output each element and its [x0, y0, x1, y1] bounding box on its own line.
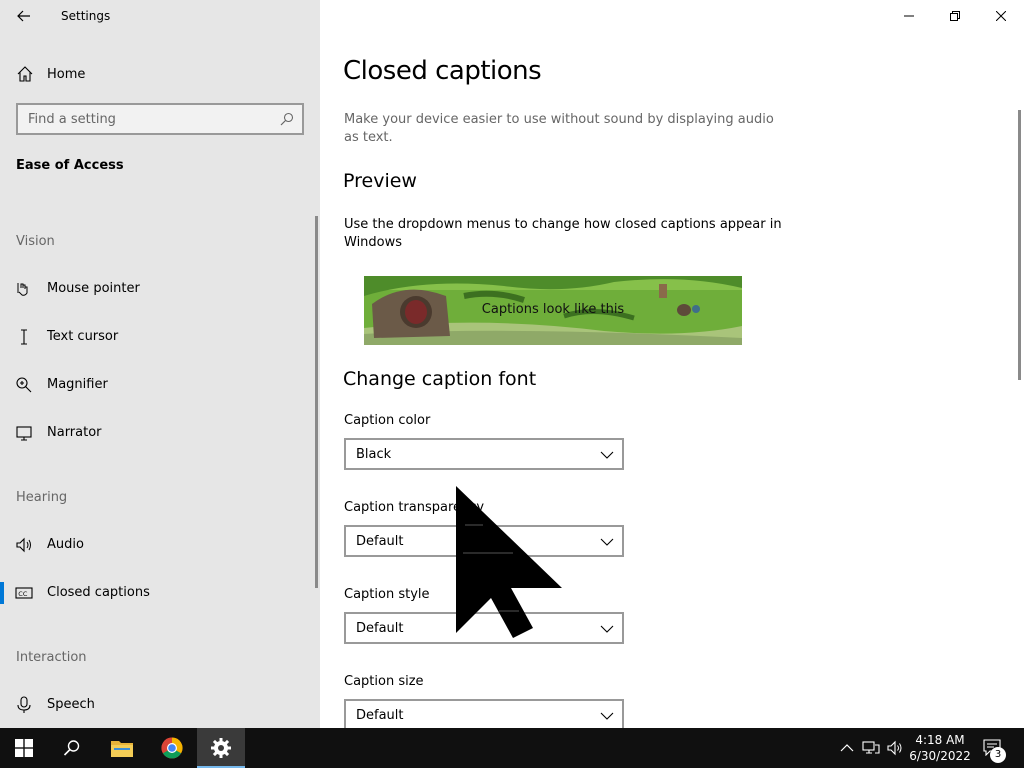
- chrome-button[interactable]: [148, 728, 196, 768]
- sidebar-item-label: Audio: [47, 537, 84, 552]
- search-icon: [280, 112, 294, 126]
- preview-heading: Preview: [343, 170, 417, 192]
- chevron-down-icon: [600, 538, 614, 546]
- magnifier-icon: [16, 377, 32, 393]
- home-icon: [17, 66, 33, 82]
- chevron-up-icon[interactable]: [838, 739, 856, 757]
- sidebar-item-narrator[interactable]: Narrator: [0, 415, 320, 451]
- clock-date: 6/30/2022: [909, 749, 971, 763]
- closed-captions-icon: CC: [15, 587, 33, 599]
- sidebar-item-label: Magnifier: [47, 377, 108, 392]
- mouse-cursor-icon: [456, 486, 562, 638]
- sidebar-item-mouse-pointer[interactable]: Mouse pointer: [0, 271, 320, 307]
- main-content: Closed captions Make your device easier …: [320, 0, 1024, 728]
- chrome-icon: [161, 737, 183, 759]
- notification-count-badge: 3: [990, 747, 1006, 763]
- start-button[interactable]: [0, 728, 48, 768]
- chevron-down-icon: [600, 451, 614, 459]
- group-label-vision: Vision: [16, 234, 55, 249]
- active-indicator: [0, 582, 4, 604]
- sidebar-item-label: Narrator: [47, 425, 102, 440]
- caption-preview-image: Captions look like this: [364, 276, 742, 345]
- search-icon: [63, 740, 80, 756]
- caption-sample-text: Captions look like this: [481, 302, 625, 317]
- app-title: Settings: [61, 9, 111, 23]
- windows-start-icon: [15, 739, 33, 757]
- narrator-icon: [16, 426, 32, 441]
- settings-gear-icon: [211, 738, 231, 758]
- back-arrow-icon: [17, 10, 30, 22]
- search-input[interactable]: Find a setting: [16, 103, 304, 135]
- restore-button[interactable]: [932, 0, 978, 32]
- chevron-down-icon: [600, 625, 614, 633]
- caption-style-label: Caption style: [344, 587, 430, 602]
- group-label-interaction: Interaction: [16, 650, 87, 665]
- clock-time: 4:18 AM: [915, 733, 965, 747]
- file-explorer-button[interactable]: [98, 728, 146, 768]
- caption-size-dropdown[interactable]: Default: [344, 699, 624, 728]
- settings-sidebar: Settings Home Find a setting Ease of Acc…: [0, 0, 320, 728]
- sidebar-item-label: Speech: [47, 697, 95, 712]
- settings-taskbar-button[interactable]: [197, 728, 245, 768]
- network-icon[interactable]: [862, 739, 880, 757]
- minimize-button[interactable]: [886, 0, 932, 32]
- speaker-icon: [16, 537, 31, 553]
- taskbar-search-button[interactable]: [48, 728, 96, 768]
- page-description: Make your device easier to use without s…: [344, 112, 774, 145]
- minimize-icon: [904, 15, 914, 17]
- volume-icon[interactable]: [886, 739, 904, 757]
- home-nav-item[interactable]: Home: [0, 56, 320, 92]
- sidebar-item-label: Closed captions: [47, 585, 150, 600]
- sidebar-scrollbar[interactable]: [315, 216, 318, 588]
- sidebar-item-closed-captions[interactable]: CC Closed captions: [0, 575, 320, 611]
- font-section-heading: Change caption font: [343, 368, 537, 390]
- sidebar-item-text-cursor[interactable]: Text cursor: [0, 319, 320, 355]
- main-scrollbar[interactable]: [1018, 110, 1021, 380]
- file-explorer-icon: [111, 741, 133, 757]
- microphone-icon: [17, 696, 31, 713]
- title-bar: Settings: [0, 0, 320, 32]
- back-button[interactable]: [8, 2, 40, 30]
- sidebar-item-label: Mouse pointer: [47, 281, 140, 296]
- chevron-down-icon: [600, 712, 614, 720]
- page-title: Closed captions: [343, 56, 542, 86]
- svg-text:CC: CC: [18, 590, 28, 598]
- home-label: Home: [47, 66, 86, 82]
- sidebar-item-speech[interactable]: Speech: [0, 687, 320, 723]
- preview-text: Use the dropdown menus to change how clo…: [344, 217, 782, 250]
- sidebar-item-audio[interactable]: Audio: [0, 527, 320, 563]
- group-label-hearing: Hearing: [16, 490, 68, 505]
- sidebar-item-magnifier[interactable]: Magnifier: [0, 367, 320, 403]
- mouse-pointer-icon: [17, 283, 28, 296]
- system-clock[interactable]: 4:18 AM 6/30/2022: [908, 732, 972, 764]
- taskbar: 4:18 AM 6/30/2022: [0, 728, 1024, 768]
- caption-color-label: Caption color: [344, 413, 431, 428]
- text-cursor-icon: [21, 329, 27, 345]
- section-title: Ease of Access: [16, 158, 124, 173]
- search-placeholder: Find a setting: [28, 112, 116, 127]
- dropdown-value: Default: [356, 534, 404, 549]
- dropdown-value: Default: [356, 621, 404, 636]
- close-icon: [996, 11, 1006, 21]
- dropdown-value: Black: [356, 447, 392, 462]
- close-button[interactable]: [978, 0, 1024, 32]
- caption-color-dropdown[interactable]: Black: [344, 438, 624, 470]
- caption-size-label: Caption size: [344, 674, 424, 689]
- restore-icon: [950, 11, 960, 21]
- sidebar-item-label: Text cursor: [47, 329, 119, 344]
- dropdown-value: Default: [356, 708, 404, 723]
